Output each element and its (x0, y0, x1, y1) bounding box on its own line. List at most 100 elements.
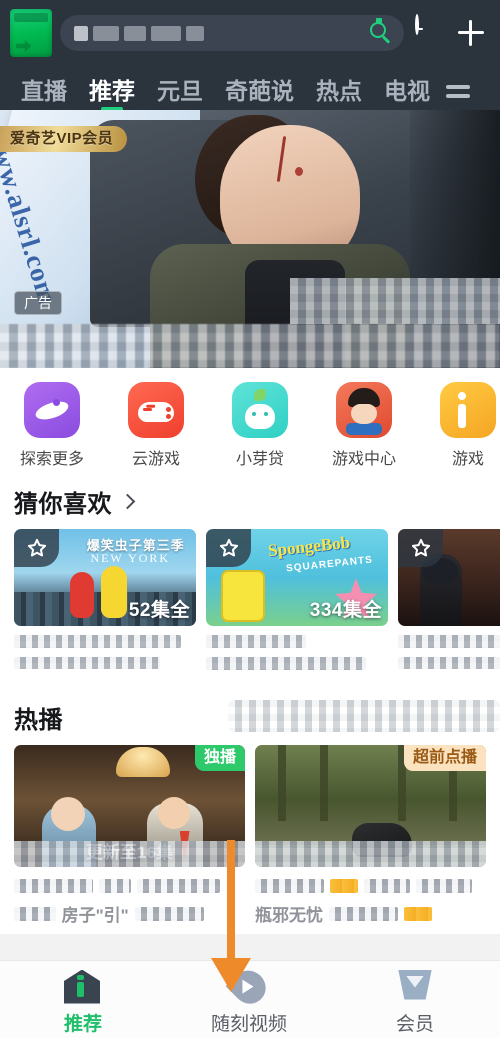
add-button[interactable] (454, 16, 488, 50)
search-query-text (74, 25, 368, 41)
blurred-token (14, 879, 93, 893)
card-title-blurred (206, 635, 307, 648)
blurred-token (404, 906, 433, 921)
card-thumbnail[interactable]: 独播 更新至16集 (14, 745, 245, 867)
shortcut-label: 探索更多 (19, 451, 84, 468)
iqiyi-logo[interactable] (10, 9, 52, 57)
banner-mosaic-right (290, 278, 500, 324)
home-icon (64, 969, 102, 1006)
list-item[interactable]: SpongeBob SQUAREPANTS 334集全 (206, 529, 388, 670)
thumb-art-subtitle: NEW YORK (90, 551, 171, 565)
guess-you-like-section: 猜你喜欢 爆笑虫子第三季 NEW YORK 52集全 SpongeBob SQU… (0, 468, 500, 684)
section-title: 猜你喜欢 (14, 491, 112, 518)
thumb-art-tree (278, 745, 287, 821)
flame-icon (225, 963, 273, 1010)
blurred-token (330, 879, 359, 893)
shortcut-label: 小芽贷 (235, 451, 284, 468)
thumb-bottom-blur (255, 841, 486, 867)
card-subtitle-row: 瓶邪无忧 (255, 901, 486, 926)
banner-mosaic-bottom (0, 324, 500, 368)
card-meta: 房子"引" (14, 867, 245, 926)
vip-crown-icon (396, 969, 434, 1006)
blurred-token (151, 25, 181, 41)
cloud-game-icon (128, 382, 184, 438)
shortcut-icon-row: 探索更多 云游戏 小芽贷 游戏中心 游戏 (0, 368, 500, 468)
blurred-token (136, 879, 221, 893)
shortcut-explore[interactable]: 探索更多 (0, 382, 104, 468)
search-icon-handle (382, 35, 391, 44)
tab-tv[interactable]: 电视 (373, 76, 441, 106)
card-subtitle-blurred (14, 657, 160, 669)
blurred-token (186, 25, 204, 41)
list-item[interactable]: 爆笑虫子第三季 NEW YORK 52集全 (14, 529, 196, 670)
nav-label: 随刻视频 (210, 1013, 287, 1035)
nav-label: 会员 (395, 1013, 434, 1035)
history-button[interactable] (412, 14, 446, 50)
thumb-art-character (70, 572, 95, 618)
shortcut-sprout-loan[interactable]: 小芽贷 (208, 382, 312, 468)
blurred-token (14, 906, 56, 921)
card-title-row (255, 879, 486, 893)
card-thumbnail[interactable]: 爆笑虫子第三季 NEW YORK 52集全 (14, 529, 196, 626)
vip-badge[interactable]: 爱奇艺VIP会员 (0, 126, 128, 152)
thumb-art-character (220, 570, 265, 622)
clock-icon (415, 14, 419, 35)
tab-hotspot[interactable]: 热点 (305, 76, 373, 106)
thumb-art-person-head (157, 797, 190, 829)
explore-icon (24, 382, 80, 438)
hamburger-menu-icon[interactable] (443, 76, 473, 106)
hot-promo-banner-blurred[interactable] (228, 700, 500, 732)
card-subtitle-text: 瓶邪无忧 (255, 906, 323, 925)
shortcut-game-center[interactable]: 游戏中心 (312, 382, 416, 468)
thumb-bottom-blur (14, 841, 245, 867)
tab-recommend[interactable]: 推荐 (78, 76, 146, 106)
card-thumbnail[interactable] (398, 529, 500, 626)
star-outline-icon[interactable] (14, 529, 59, 567)
list-item[interactable]: 独播 更新至16集 房子"引" (14, 745, 245, 926)
nav-item-recommend[interactable]: 推荐 (0, 969, 166, 1036)
star-outline-icon[interactable] (398, 529, 443, 567)
ad-banner[interactable]: www.alsrl.com 爱奇艺VIP会员 广告 (0, 110, 500, 368)
search-icon[interactable] (368, 18, 394, 46)
status-badge: 超前点播 (403, 745, 486, 771)
chevron-right-icon[interactable] (119, 493, 136, 510)
header-top-bar (0, 0, 500, 66)
card-subtitle-blurred (398, 657, 500, 669)
search-input[interactable] (60, 15, 404, 51)
tab-qipashuo[interactable]: 奇葩说 (214, 76, 305, 106)
section-header[interactable]: 猜你喜欢 (0, 468, 500, 529)
list-item[interactable]: 超前点播 瓶邪无忧 (255, 745, 486, 926)
shortcut-cloud-game[interactable]: 云游戏 (104, 382, 208, 468)
blurred-token (364, 879, 411, 893)
app-screen: 直播 推荐 元旦 奇葩说 热点 电视 www.alsrl.com 爱奇艺VIP会… (0, 0, 500, 1038)
card-thumbnail[interactable]: SpongeBob SQUAREPANTS 334集全 (206, 529, 388, 626)
blurred-token (74, 25, 88, 41)
game-center-icon (336, 382, 392, 438)
tab-live[interactable]: 直播 (10, 76, 78, 106)
nav-item-suike-video[interactable]: 随刻视频 (166, 963, 332, 1036)
thumb-art-tree (319, 745, 328, 821)
star-outline-icon[interactable] (206, 529, 251, 567)
card-meta: 瓶邪无忧 (255, 867, 486, 926)
app-header: 直播 推荐 元旦 奇葩说 热点 电视 (0, 0, 500, 110)
category-tab-bar: 直播 推荐 元旦 奇葩说 热点 电视 (0, 66, 500, 110)
shortcut-game[interactable]: 游戏 (416, 382, 500, 468)
card-thumbnail[interactable]: 超前点播 (255, 745, 486, 867)
guess-card-row: 爆笑虫子第三季 NEW YORK 52集全 SpongeBob SQUAREPA… (0, 529, 500, 684)
section-title: 热播 (14, 707, 63, 734)
thumb-art-lamp (115, 747, 170, 777)
card-subtitle-text: 房子"引" (61, 906, 129, 925)
blurred-token (124, 25, 146, 41)
card-title-blurred (14, 635, 182, 648)
card-subtitle-blurred (206, 657, 367, 670)
card-title-blurred (398, 635, 500, 648)
ad-label-badge: 广告 (14, 291, 62, 315)
nav-item-vip[interactable]: 会员 (332, 969, 498, 1036)
hot-card-row: 独播 更新至16集 房子"引" (0, 745, 500, 934)
tab-newyear[interactable]: 元旦 (146, 76, 214, 106)
blurred-token (93, 25, 119, 41)
shortcut-label: 游戏 (451, 451, 484, 468)
shortcut-label: 游戏中心 (331, 451, 396, 468)
section-header: 热播 (0, 684, 500, 745)
list-item[interactable] (398, 529, 500, 670)
